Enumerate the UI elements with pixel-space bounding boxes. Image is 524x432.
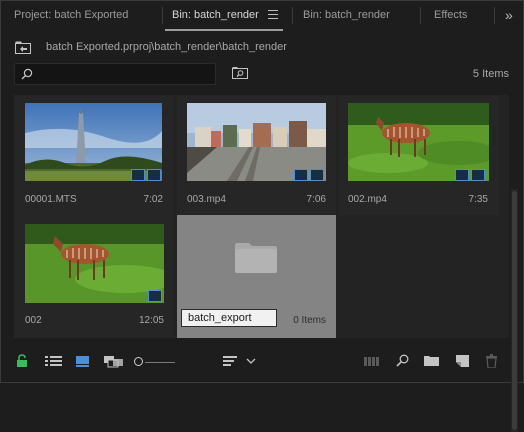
tab-bin-batch-render-active[interactable]: Bin: batch_render [172, 9, 259, 21]
more-panels-chevron-icon[interactable]: » [505, 7, 513, 23]
sequence-badge-icon [148, 290, 162, 302]
thumbnail-zoom-slider[interactable] [145, 362, 175, 363]
list-view-icon[interactable] [45, 354, 62, 368]
clip-duration: 7:06 [306, 194, 326, 205]
panel-menu-icon[interactable] [268, 10, 278, 19]
clip-duration: 7:02 [143, 194, 163, 205]
tab-bin-batch-render[interactable]: Bin: batch_render [303, 9, 390, 21]
bin-rename-input[interactable] [181, 309, 277, 327]
tab-effects[interactable]: Effects [434, 9, 467, 21]
clip-name[interactable]: 002.mp4 [348, 194, 387, 205]
search-input[interactable] [14, 63, 216, 85]
chevron-down-icon[interactable] [246, 354, 256, 368]
sequence-duration: 12:05 [138, 315, 164, 326]
video-clip-badge-icon [455, 169, 485, 181]
folder-icon [235, 243, 277, 273]
find-icon[interactable] [396, 354, 409, 368]
tab-divider [420, 7, 421, 24]
sequence-thumbnail [25, 224, 164, 303]
freeform-view-icon[interactable] [104, 354, 123, 368]
project-panel: Project: batch Exported Bin: batch_rende… [0, 0, 524, 432]
item-count: 5 Items [472, 68, 509, 80]
clip-duration: 7:35 [468, 194, 488, 205]
sort-icons-icon[interactable] [223, 354, 237, 368]
clip-item-002-mp4[interactable]: 002.mp4 7:35 [339, 95, 499, 215]
vertical-scrollbar[interactable] [511, 189, 518, 432]
icon-view-grid: 00001.MTS 7:02 003.mp4 7:06 002.mp4 7:35… [14, 95, 518, 432]
automate-to-sequence-icon[interactable] [364, 354, 379, 368]
new-item-icon[interactable] [456, 354, 469, 368]
video-clip-badge-icon [131, 169, 161, 181]
thumbnail-zoom-slider-handle[interactable] [134, 357, 143, 366]
tab-project[interactable]: Project: batch Exported [14, 9, 128, 21]
clip-name[interactable]: 00001.MTS [25, 194, 77, 205]
active-tab-indicator [165, 29, 283, 31]
sequence-name[interactable]: 002 [25, 315, 42, 326]
sequence-item-002[interactable]: 002 12:05 [14, 215, 174, 338]
tab-divider [494, 7, 495, 24]
search-icon [21, 68, 33, 80]
tab-divider [292, 7, 293, 24]
clip-item-003-mp4[interactable]: 003.mp4 7:06 [177, 95, 336, 215]
clip-name[interactable]: 003.mp4 [187, 194, 226, 205]
bin-item-count: 0 Items [293, 315, 326, 326]
tab-divider [162, 7, 163, 24]
clear-trash-icon[interactable] [486, 354, 497, 368]
icon-view-icon[interactable] [76, 354, 89, 368]
parent-bin-icon[interactable] [15, 41, 31, 54]
bin-path-breadcrumb: batch Exported.prproj\batch_render\batch… [46, 41, 287, 53]
clip-item-00001-mts[interactable]: 00001.MTS 7:02 [14, 95, 174, 215]
video-clip-badge-icon [294, 169, 324, 181]
lock-icon[interactable] [16, 354, 28, 368]
new-search-bin-icon[interactable] [232, 67, 248, 79]
new-bin-icon[interactable] [424, 354, 439, 368]
bin-item-batch-export[interactable]: 0 Items [177, 215, 336, 338]
panel-tab-bar: Project: batch Exported Bin: batch_rende… [1, 1, 523, 31]
